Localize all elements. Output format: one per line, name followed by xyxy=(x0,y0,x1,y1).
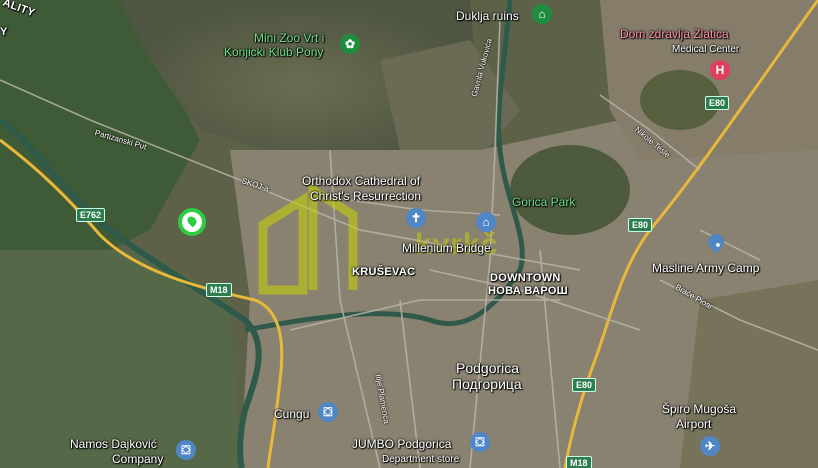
shopping-bag-icon-jumbo[interactable]: ⛋ xyxy=(470,432,490,452)
satellite-map[interactable]: kvrkč ALITY Y Partizanski Put SKOJ-a Gav… xyxy=(0,0,818,468)
road-shield-m18: M18 xyxy=(206,283,232,297)
place-namos-line1[interactable]: Namos Dajković xyxy=(70,438,157,451)
place-jumbo-category: Department store xyxy=(382,454,460,465)
place-dom-zdravlja[interactable]: Dom zdravlja Zlatica xyxy=(620,28,729,41)
place-medical-center: Medical Center xyxy=(672,44,740,55)
place-mini-zoo-line2[interactable]: Konjicki Klub Pony xyxy=(224,46,323,59)
place-namos-line2[interactable]: Company xyxy=(112,453,163,466)
district-krusevac: KRUŠEVAC xyxy=(352,266,416,278)
city-podgorica-latin: Podgorica xyxy=(456,360,520,376)
place-spiro-mugosa-line1[interactable]: Špiro Mugoša xyxy=(662,403,736,416)
road-shield-e80-south: E80 xyxy=(572,378,597,392)
region-label-fragment-2: Y xyxy=(0,26,8,38)
road-shield-e80-middle: E80 xyxy=(628,218,653,232)
road-shield-e80-north: E80 xyxy=(705,96,730,110)
place-orthodox-cathedral-line2[interactable]: Christ's Resurrection xyxy=(310,190,421,203)
place-mini-zoo-line1[interactable]: Mini Zoo Vrt i xyxy=(254,32,324,45)
landmark-icon[interactable]: ⌂ xyxy=(476,212,496,232)
shopping-bag-icon[interactable]: ⛋ xyxy=(318,402,338,422)
museum-icon[interactable]: ⌂ xyxy=(532,4,552,24)
selected-location-marker[interactable] xyxy=(178,208,206,236)
shopping-bag-icon-namos[interactable]: ⛋ xyxy=(176,440,196,460)
hospital-icon[interactable]: H xyxy=(710,60,730,80)
place-masline-army-camp[interactable]: Masline Army Camp xyxy=(652,262,759,275)
place-spiro-mugosa-line2[interactable]: Airport xyxy=(676,418,711,431)
place-millenium-bridge[interactable]: Millenium Bridge xyxy=(402,242,491,255)
road-shield-m18-south: M18 xyxy=(566,456,592,468)
district-downtown-line1: DOWNTOWN xyxy=(490,272,561,284)
place-gorica-park[interactable]: Gorica Park xyxy=(512,196,575,209)
place-duklja-ruins[interactable]: Duklja ruins xyxy=(456,10,519,23)
place-orthodox-cathedral-line1[interactable]: Orthodox Cathedral of xyxy=(302,175,420,188)
district-downtown-line2: НОВА ВАРОШ xyxy=(488,285,569,297)
church-icon[interactable]: ✝ xyxy=(406,208,426,228)
place-cungu[interactable]: Cungu xyxy=(274,408,309,421)
airport-icon[interactable]: ✈ xyxy=(700,436,720,456)
place-jumbo[interactable]: JUMBO Podgorica xyxy=(352,438,451,451)
city-podgorica-cyrillic: Подгорица xyxy=(452,376,522,392)
paw-icon[interactable]: ✿ xyxy=(340,34,360,54)
road-shield-e762: E762 xyxy=(76,208,106,222)
